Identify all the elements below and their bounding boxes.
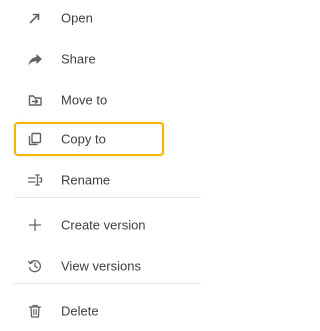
menu-divider (14, 283, 201, 284)
menu-item-copy-to[interactable]: Copy to (0, 123, 201, 155)
menu-item-share[interactable]: Share (0, 43, 201, 75)
share-icon (27, 51, 43, 67)
menu-item-create-version[interactable]: Create version (0, 209, 201, 241)
menu-item-label: Share (61, 51, 96, 67)
move-to-icon (27, 92, 43, 108)
menu-item-label: Rename (61, 172, 111, 188)
menu-item-move-to[interactable]: Move to (0, 84, 201, 116)
rename-icon (27, 172, 43, 188)
plus-icon (27, 217, 43, 233)
menu-item-label: Create version (61, 217, 146, 233)
history-icon (27, 258, 43, 274)
menu-item-label: Delete (61, 303, 99, 319)
menu-item-label: Open (61, 10, 93, 26)
context-menu: Open Share Move to Copy to Rename Create… (0, 0, 201, 331)
copy-icon (27, 131, 43, 147)
menu-item-label: Move to (61, 92, 108, 108)
trash-icon (27, 303, 43, 319)
menu-divider (14, 197, 201, 198)
menu-item-label: View versions (61, 258, 141, 274)
menu-item-view-versions[interactable]: View versions (0, 250, 201, 282)
menu-item-rename[interactable]: Rename (0, 164, 201, 196)
menu-item-label: Copy to (61, 131, 106, 147)
arrow-up-right-icon (27, 10, 43, 26)
menu-item-open[interactable]: Open (0, 2, 201, 34)
menu-item-delete[interactable]: Delete (0, 295, 201, 327)
